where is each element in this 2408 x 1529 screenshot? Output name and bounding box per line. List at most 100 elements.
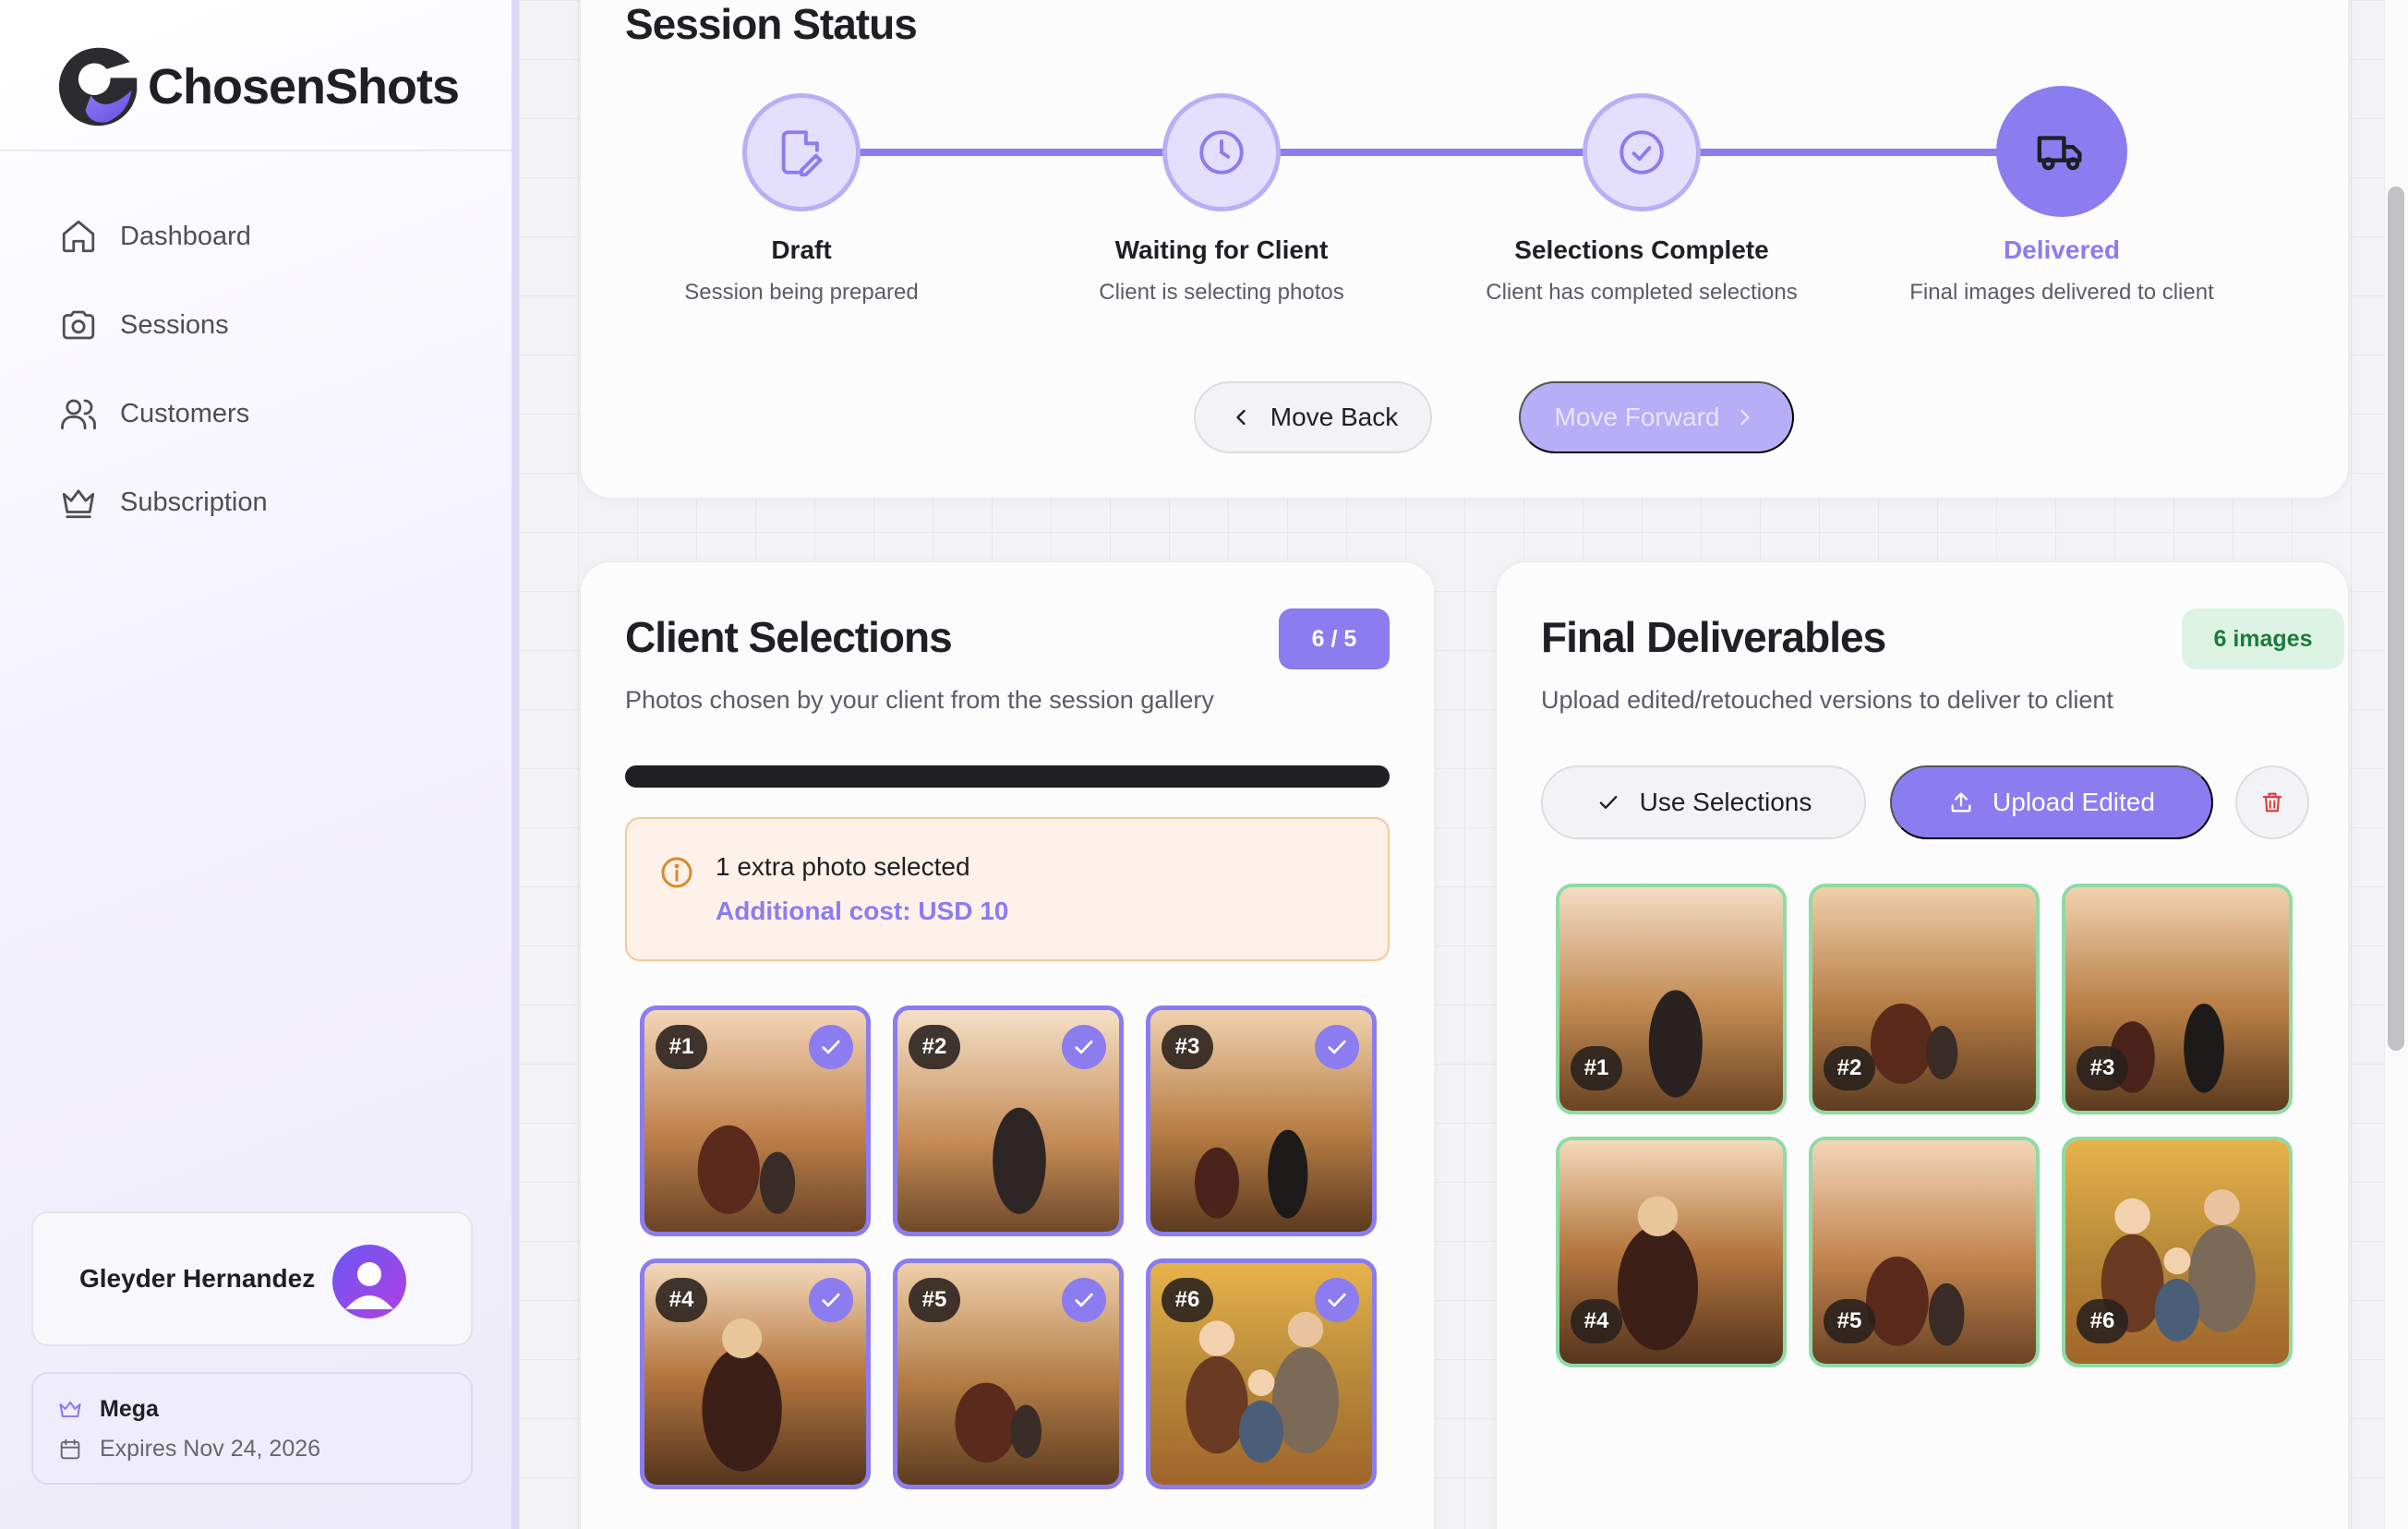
file-edit-icon (781, 130, 823, 177)
sidebar-item-sessions[interactable]: Sessions (59, 294, 268, 356)
selected-check-icon[interactable] (1315, 1278, 1359, 1322)
section-subtitle: Photos chosen by your client from the se… (625, 686, 1214, 714)
section-title: Session Status (625, 0, 918, 48)
selection-photo[interactable]: #1 (640, 1005, 871, 1236)
use-selections-label: Use Selections (1639, 788, 1812, 816)
step-circle (1162, 93, 1281, 211)
sidebar: ChosenShots Dashboard Sessions Customers (0, 0, 519, 1529)
extra-photo-alert: 1 extra photo selected Additional cost: … (625, 817, 1390, 961)
photo-number: #1 (656, 1025, 707, 1069)
step-circle (1996, 86, 2127, 217)
session-status-card: Session Status Draft Session being prepa… (580, 0, 2349, 499)
selected-check-icon[interactable] (1062, 1025, 1106, 1069)
calendar-icon (60, 1439, 80, 1459)
upload-edited-label: Upload Edited (1993, 788, 2155, 816)
check-circle-icon (1619, 130, 1664, 175)
user-card[interactable]: Gleyder Hernandez (31, 1211, 473, 1346)
step-title: Waiting for Client (1114, 235, 1329, 264)
crown-icon (62, 489, 95, 519)
plan-row: Mega (57, 1396, 471, 1423)
step-desc: Client has completed selections (1486, 280, 1798, 305)
photo-number: #4 (656, 1278, 707, 1322)
step-draft: Draft Session being prepared (617, 93, 986, 306)
selection-photo[interactable]: #4 (640, 1258, 871, 1489)
photo-number: #3 (1162, 1025, 1213, 1069)
scrollbar-thumb[interactable] (2388, 187, 2404, 1051)
photo-number: #6 (1162, 1278, 1213, 1322)
sidebar-item-label: Dashboard (120, 221, 251, 251)
trash-icon (2262, 792, 2282, 813)
brand-logo[interactable]: ChosenShots (54, 41, 460, 133)
client-selections-card: Client Selections 6 / 5 Photos chosen by… (580, 561, 1435, 1529)
use-selections-button[interactable]: Use Selections (1541, 765, 1866, 839)
photo-number: #2 (1824, 1046, 1875, 1090)
sidebar-nav: Dashboard Sessions Customers Subscriptio… (59, 205, 268, 560)
selection-progress-bar (625, 765, 1390, 788)
photo-number: #4 (1571, 1299, 1622, 1343)
move-back-button[interactable]: Move Back (1194, 381, 1432, 453)
selected-check-icon[interactable] (1062, 1278, 1106, 1322)
photo-number: #6 (2077, 1299, 2128, 1343)
step-circle (1583, 93, 1701, 211)
move-back-label: Move Back (1270, 403, 1399, 431)
chevron-left-icon (1236, 409, 1246, 426)
selection-photo[interactable]: #6 (1146, 1258, 1377, 1489)
selected-check-icon[interactable] (809, 1025, 853, 1069)
main-content: Session Status Draft Session being prepa… (519, 0, 2384, 1529)
deliverable-photo[interactable]: #6 (2062, 1137, 2293, 1367)
chevron-right-icon (1740, 409, 1751, 426)
step-desc: Final images delivered to client (1909, 280, 2214, 305)
image-count-badge: 6 images (2182, 608, 2344, 669)
user-name: Gleyder Hernandez (79, 1264, 316, 1293)
selection-photo[interactable]: #5 (893, 1258, 1124, 1489)
deliverable-photo[interactable]: #4 (1556, 1137, 1787, 1367)
step-circle (742, 93, 861, 211)
selected-check-icon[interactable] (1315, 1025, 1359, 1069)
step-title: Selections Complete (1514, 235, 1769, 264)
alert-cost: Additional cost: USD 10 (716, 897, 1009, 925)
section-subtitle: Upload edited/retouched versions to deli… (1541, 686, 2113, 714)
final-deliverables-card: Final Deliverables 6 images Upload edite… (1496, 561, 2349, 1529)
subscription-card[interactable]: Mega Expires Nov 24, 2026 (31, 1372, 473, 1485)
brand-name: ChosenShots (148, 59, 460, 114)
divider (0, 150, 512, 151)
step-waiting: Waiting for Client Client is selecting p… (1037, 93, 1406, 306)
sidebar-item-label: Subscription (120, 487, 268, 517)
sidebar-item-subscription[interactable]: Subscription (59, 471, 268, 534)
upload-edited-button[interactable]: Upload Edited (1890, 765, 2213, 839)
alert-title: 1 extra photo selected (716, 852, 970, 881)
chosenshots-logo-icon (58, 47, 138, 126)
home-icon (62, 220, 95, 253)
deliverable-photo[interactable]: #5 (1809, 1137, 2040, 1367)
photo-number: #5 (909, 1278, 960, 1322)
photo-number: #5 (1824, 1299, 1875, 1343)
section-title: Client Selections (625, 613, 953, 661)
deliverable-photo[interactable]: #3 (2062, 884, 2293, 1114)
selection-count-badge: 6 / 5 (1279, 608, 1390, 669)
upload-icon (1951, 792, 1971, 813)
move-forward-button[interactable]: Move Forward (1519, 381, 1794, 453)
selection-photo[interactable]: #3 (1146, 1005, 1377, 1236)
selection-photo[interactable]: #2 (893, 1005, 1124, 1236)
info-icon (661, 857, 692, 888)
sidebar-item-customers[interactable]: Customers (59, 382, 268, 445)
delete-button[interactable] (2235, 765, 2309, 839)
sidebar-item-label: Customers (120, 398, 250, 428)
move-forward-label: Move Forward (1554, 403, 1720, 431)
photo-number: #3 (2077, 1046, 2128, 1090)
step-selections-complete: Selections Complete Client has completed… (1457, 93, 1826, 306)
step-title: Delivered (2003, 235, 2121, 264)
photo-number: #1 (1571, 1046, 1622, 1090)
camera-icon (62, 310, 95, 340)
clock-icon (1199, 130, 1244, 175)
avatar[interactable] (332, 1245, 406, 1318)
check-icon (1599, 796, 1617, 809)
selected-check-icon[interactable] (809, 1278, 853, 1322)
truck-icon (2037, 136, 2082, 171)
deliverable-photo[interactable]: #2 (1809, 884, 2040, 1114)
sidebar-item-label: Sessions (120, 309, 229, 340)
photo-number: #2 (909, 1025, 960, 1069)
step-desc: Session being prepared (684, 280, 919, 305)
deliverable-photo[interactable]: #1 (1556, 884, 1787, 1114)
sidebar-item-dashboard[interactable]: Dashboard (59, 205, 268, 268)
